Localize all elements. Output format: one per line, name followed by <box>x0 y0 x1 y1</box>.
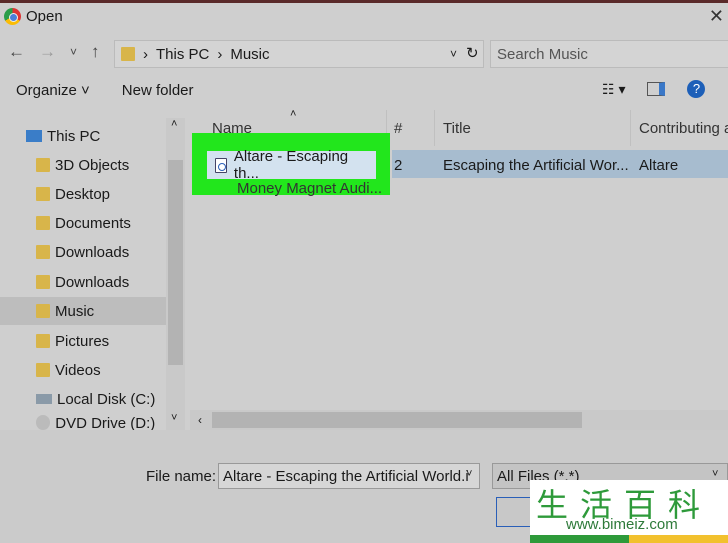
up-button[interactable]: ↑ <box>91 42 100 62</box>
dvd-icon <box>36 415 51 430</box>
sidebar-item-label: 3D Objects <box>55 156 130 174</box>
sidebar-item-label: Local Disk (C:) <box>57 390 156 408</box>
breadcrumb-this-pc[interactable]: This PC <box>156 46 209 63</box>
chrome-icon <box>4 8 21 25</box>
folder-icon <box>36 187 50 201</box>
scroll-left-arrow[interactable]: ‹ <box>198 413 202 427</box>
sidebar-item-label: Downloads <box>55 243 130 261</box>
music-folder-icon <box>121 47 135 61</box>
sidebar-item-pictures[interactable]: Pictures <box>36 328 166 354</box>
watermark-url: www.bimeiz.com <box>566 516 678 533</box>
watermark-stripe <box>530 535 728 543</box>
sidebar-item-label: Videos <box>55 361 101 379</box>
sidebar-scroll-thumb[interactable] <box>168 160 183 365</box>
file-type-dropdown[interactable]: ˅ <box>712 468 718 480</box>
recent-locations-button[interactable]: ˅ <box>70 45 77 59</box>
sidebar-item-local-disk[interactable]: Local Disk (C:) <box>36 386 166 412</box>
sidebar-item-this-pc[interactable]: This PC <box>26 123 156 149</box>
help-icon[interactable]: ? <box>687 80 706 98</box>
search-input[interactable]: Search Music <box>490 40 728 68</box>
folder-icon <box>36 158 50 172</box>
watermark-logo: 生活百科 www.bimeiz.com <box>530 480 728 543</box>
sidebar-item-label: Music <box>55 302 95 320</box>
breadcrumb-separator: › <box>217 45 223 63</box>
folder-icon <box>36 334 50 348</box>
sidebar-item-downloads[interactable]: Downloads <box>36 239 166 265</box>
file-name-cell[interactable]: Altare - Escaping th... <box>207 148 376 182</box>
window-top-border <box>0 0 728 3</box>
sidebar-item-downloads-2[interactable]: Downloads <box>36 269 166 295</box>
folder-icon <box>36 245 50 259</box>
sidebar-item-label: Documents <box>55 214 131 232</box>
sidebar-item-3d-objects[interactable]: 3D Objects <box>36 152 166 178</box>
organize-button[interactable]: Organize ˅ <box>16 82 90 99</box>
computer-icon <box>26 130 42 142</box>
file-track-number: 2 <box>394 157 403 174</box>
breadcrumb-separator: › <box>143 45 148 63</box>
title-bar: Open <box>4 8 63 25</box>
file-artist: Altare <box>639 157 679 174</box>
file-row[interactable]: Money Magnet Audi... <box>237 180 382 197</box>
file-name-dropdown[interactable]: ˅ <box>466 468 472 480</box>
drive-icon <box>36 394 52 404</box>
sidebar-item-label: DVD Drive (D:) M <box>55 415 156 430</box>
folder-icon <box>36 216 50 230</box>
refresh-button[interactable]: ↻ <box>466 44 479 62</box>
horizontal-scroll-thumb[interactable] <box>212 412 582 428</box>
scroll-up-arrow[interactable]: ˄ <box>171 118 177 130</box>
file-name-input[interactable]: Altare - Escaping the Artificial World.i <box>218 463 480 489</box>
forward-button[interactable]: → <box>39 42 56 62</box>
navigation-pane: This PC 3D Objects Desktop Documents Dow… <box>0 118 166 430</box>
folder-icon <box>36 304 50 318</box>
column-divider[interactable] <box>630 110 631 146</box>
audio-file-icon <box>215 157 227 173</box>
sidebar-item-videos[interactable]: Videos <box>36 357 166 383</box>
sidebar-item-label: Pictures <box>55 332 110 350</box>
nav-buttons: ← → ˅ ↑ <box>8 42 100 62</box>
breadcrumb-music[interactable]: Music <box>230 46 269 63</box>
view-controls: ☷ ▾ ? <box>602 80 706 98</box>
address-bar[interactable]: › This PC › Music ˅ <box>114 40 484 68</box>
file-title: Escaping the Artificial Wor... <box>443 157 629 174</box>
folder-icon <box>36 363 50 377</box>
sort-ascending-icon: ˄ <box>290 108 297 120</box>
file-name-label: File name: <box>146 468 217 485</box>
sidebar-item-dvd-drive[interactable]: DVD Drive (D:) M <box>36 415 166 430</box>
close-button[interactable]: ✕ <box>709 6 724 27</box>
sidebar-item-label: This PC <box>47 127 101 145</box>
sidebar-item-label: Desktop <box>55 185 111 203</box>
column-title[interactable]: Title <box>443 120 471 137</box>
sidebar-item-music[interactable]: Music <box>0 297 166 325</box>
column-number[interactable]: # <box>394 120 402 137</box>
sidebar-item-documents[interactable]: Documents <box>36 210 166 236</box>
view-options-icon[interactable]: ☷ ▾ <box>602 81 625 98</box>
scroll-down-arrow[interactable]: ˅ <box>171 412 177 424</box>
address-dropdown[interactable]: ˅ <box>450 47 457 61</box>
new-folder-button[interactable]: New folder <box>122 82 194 99</box>
toolbar: Organize ˅ New folder <box>16 82 194 99</box>
file-name: Altare - Escaping th... <box>233 148 349 182</box>
folder-icon <box>36 275 50 289</box>
column-divider[interactable] <box>434 110 435 146</box>
column-contributing-artists[interactable]: Contributing a <box>639 120 728 137</box>
preview-pane-icon[interactable] <box>647 82 666 96</box>
sidebar-item-desktop[interactable]: Desktop <box>36 181 166 207</box>
back-button[interactable]: ← <box>8 42 25 62</box>
window-title: Open <box>26 8 63 25</box>
sidebar-item-label: Downloads <box>55 273 130 291</box>
